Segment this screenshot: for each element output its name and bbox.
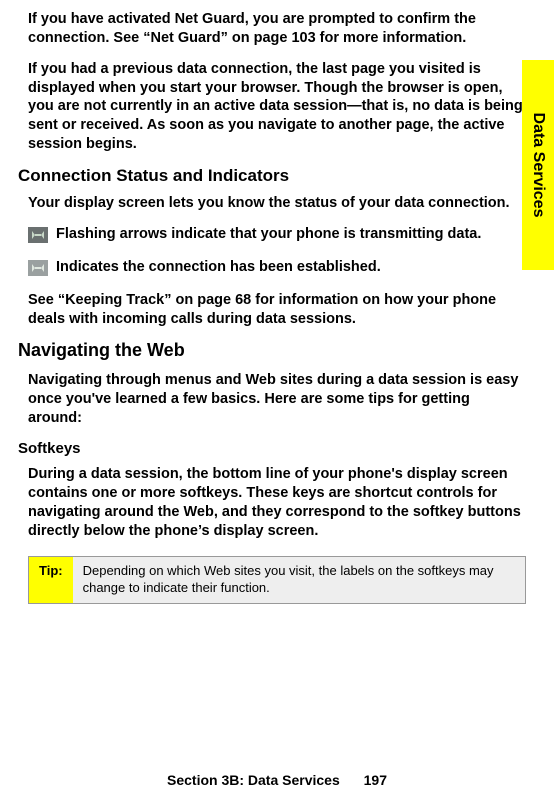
tip-content: Depending on which Web sites you visit, …	[73, 557, 525, 603]
status-item-flashing: Flashing arrows indicate that your phone…	[18, 225, 526, 248]
heading-navigating-web: Navigating the Web	[18, 340, 526, 361]
page-content: If you have activated Net Guard, you are…	[0, 0, 554, 604]
status-text-flashing: Flashing arrows indicate that your phone…	[56, 225, 481, 244]
status-text-established: Indicates the connection has been establ…	[56, 258, 381, 277]
side-section-tab: Data Services	[522, 60, 554, 270]
tip-label: Tip:	[29, 557, 73, 603]
footer-page-number: 197	[364, 772, 387, 788]
side-section-label: Data Services	[529, 113, 547, 218]
paragraph-keeping-track: See “Keeping Track” on page 68 for infor…	[18, 291, 526, 329]
arrows-transmitting-icon	[28, 227, 48, 248]
footer-section-label: Section 3B: Data Services	[167, 772, 340, 788]
status-item-established: Indicates the connection has been establ…	[18, 258, 526, 281]
paragraph-previous-connection: If you had a previous data connection, t…	[18, 60, 526, 154]
heading-softkeys: Softkeys	[18, 440, 526, 457]
page-footer: Section 3B: Data Services 197	[0, 772, 554, 788]
paragraph-softkeys: During a data session, the bottom line o…	[18, 465, 526, 540]
arrows-established-icon	[28, 260, 48, 281]
heading-connection-status: Connection Status and Indicators	[18, 166, 526, 186]
tip-box: Tip: Depending on which Web sites you vi…	[28, 556, 526, 604]
paragraph-navigating-intro: Navigating through menus and Web sites d…	[18, 371, 526, 428]
paragraph-netguard: If you have activated Net Guard, you are…	[18, 10, 526, 48]
paragraph-status-intro: Your display screen lets you know the st…	[18, 194, 526, 213]
